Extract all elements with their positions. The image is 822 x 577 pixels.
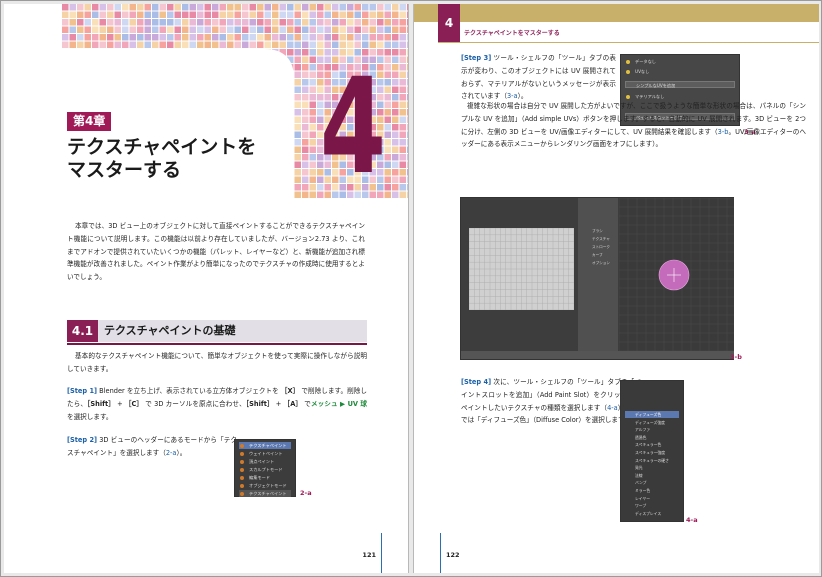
warning-icon (626, 59, 630, 64)
page-number-right: 122 (446, 551, 460, 559)
slot-item-10[interactable]: ミラー色 (625, 487, 679, 494)
page-edge-line-right (440, 533, 441, 573)
step-1-part-c: で 3D カーソルを原点に合わせ、 (143, 399, 246, 408)
step-4-ref: 4-a (607, 403, 618, 412)
shelf-item-0: ブラシ (592, 229, 603, 233)
step-1-plus-2: + (273, 399, 284, 408)
slot-item-9[interactable]: バンプ (625, 479, 679, 486)
editor-header-bar (461, 351, 734, 359)
section-number: 4.1 (67, 320, 98, 342)
chapter-title: テクスチャペイントを マスターする (67, 136, 287, 182)
key-x: ［X］ (280, 387, 300, 395)
mode-item-5: オブジェクトモード (239, 482, 291, 489)
page-edge-line-left (381, 533, 382, 573)
slot-item-3[interactable]: 透過色 (625, 434, 679, 441)
key-shift-1: ［Shift］ (87, 399, 115, 408)
menu-path: メッシュ ▶ UV 球 (310, 399, 368, 408)
chapter-title-line-1: テクスチャペイントを (67, 136, 257, 158)
panel-item-2: シンプルなUVを追加 (625, 81, 735, 88)
figure-4a-label: 4-a (686, 516, 698, 524)
chapter-title-line-2: マスターする (67, 159, 182, 181)
panel-item-0: データなし (625, 58, 735, 65)
slot-item-11[interactable]: レイヤー (625, 495, 679, 502)
slot-item-4[interactable]: スペキュラー色 (625, 441, 679, 448)
key-shift-2: ［Shift］ (245, 399, 274, 408)
slot-item-6[interactable]: スペキュラーの硬さ (625, 457, 679, 464)
section-title: テクスチャペイントの基礎 (104, 324, 236, 337)
step-1-part-d: で (302, 399, 311, 408)
step-1-plus-1: + (114, 399, 125, 408)
mode-icon (240, 467, 244, 472)
mode-icon (240, 443, 244, 448)
step-2-part-b: ）。 (176, 448, 187, 457)
viewport-grid (619, 198, 734, 353)
figure-2a-label: 2-a (300, 489, 312, 497)
figure-3b-label: 3-b (730, 353, 742, 361)
panel-item-1: UVなし (625, 68, 735, 75)
chapter-label: 第4章 (67, 112, 112, 131)
book-spread: 4 第4章 テクスチャペイントを マスターする 本章では、3D ビュー上のオブジ… (0, 0, 822, 577)
step-4-tag: [Step 4] (461, 378, 492, 386)
section-paragraph: 基本的なテクスチャペイント機能について、簡単なオブジェクトを使って実際に操作しな… (67, 352, 367, 373)
step-1-part-e: を選択します。 (67, 412, 113, 421)
step-3-tag: [Step 3] (461, 54, 492, 62)
left-page: 4 第4章 テクスチャペイントを マスターする 本章では、3D ビュー上のオブジ… (4, 4, 409, 573)
right-page: 4 テクスチャペイントをマスターする [Step 3] ツール・シェルフの「ツー… (413, 4, 819, 573)
warning-icon (626, 69, 630, 74)
mode-item-6: テクスチャペイント (239, 490, 291, 497)
mode-item-1: ウェイトペイント (239, 450, 291, 457)
step-3b-ref: 3-b (717, 127, 729, 136)
mode-icon (240, 459, 244, 464)
figure-4a-slot-menu: ディフューズ色 ディフューズ強度 アルファ 透過色 スペキュラー色 スペキュラー強度 スペキ… (620, 380, 684, 522)
key-c: ［C］ (124, 399, 144, 408)
running-header: テクスチャペイントをマスターする (464, 30, 560, 37)
shelf-item-1: テクスチャ (592, 237, 610, 241)
chapter-tab: 4 (438, 4, 460, 42)
figure-3b-uv-editor: ブラシ テクスチャ ストローク カーブ オプション (460, 197, 734, 360)
slot-item-0[interactable]: ディフューズ色 (625, 411, 679, 418)
mode-item-4: 編集モード (239, 474, 291, 481)
step-2-tag: [Step 2] (67, 436, 98, 444)
section-underline (67, 343, 367, 345)
step-1-text: [Step 1] Blender を立ち上げ、表示されている立方体オブジェクトを… (67, 385, 367, 423)
mode-item-0: テクスチャペイント (239, 442, 291, 449)
shelf-item-4: オプション (592, 261, 610, 265)
shelf-item-3: カーブ (592, 253, 603, 257)
chapter-big-number: 4 (319, 50, 387, 204)
shelf-item-2: ストローク (592, 245, 610, 249)
step-2-text: [Step 2] 3D ビューのヘッダーにあるモードから「テクスチャペイント」を… (67, 434, 237, 460)
mode-icon (240, 483, 244, 488)
slot-item-8[interactable]: 法線 (625, 472, 679, 479)
step-4-text: [Step 4] 次に、ツール・シェルフの「ツール」タブの「ペイントスロットを追… (461, 376, 641, 427)
slot-item-12[interactable]: ワープ (625, 502, 679, 509)
slot-item-13[interactable]: ディスプレイス (625, 510, 679, 517)
page-number-left: 121 (362, 551, 376, 559)
step-1-tag: [Step 1] (67, 387, 98, 395)
slot-item-5[interactable]: スペキュラー強度 (625, 449, 679, 456)
key-a: ［A］ (283, 399, 303, 408)
mode-icon (240, 451, 244, 456)
slot-item-1[interactable]: ディフューズ強度 (625, 419, 679, 426)
tool-shelf: ブラシ テクスチャ ストローク カーブ オプション (578, 198, 618, 353)
mode-icon (240, 491, 244, 496)
panel-item-3: マテリアルなし (625, 93, 735, 100)
mode-item-2: 頂点ペイント (239, 458, 291, 465)
figure-2a-mode-menu: テクスチャペイント ウェイトペイント 頂点ペイント スカルプトモード 編集モード… (234, 439, 296, 497)
mode-item-3: スカルプトモード (239, 466, 291, 473)
header-rule (438, 42, 819, 43)
step-1-part-a: Blender を立ち上げ、表示されている立方体オブジェクトを (97, 387, 281, 395)
slot-item-2[interactable]: アルファ (625, 426, 679, 433)
step-2-ref: 2-a (165, 448, 177, 457)
header-band (414, 4, 819, 22)
chapter-intro: 本章では、3D ビュー上のオブジェクトに対して直接ペイントすることができるテクス… (67, 222, 365, 282)
uv-mesh-lines (469, 228, 574, 310)
slot-item-7[interactable]: 発光 (625, 464, 679, 471)
warning-icon (626, 94, 630, 99)
mode-icon (240, 475, 244, 480)
step-3-text: [Step 3] ツール・シェルフの「ツール」タブの表示が変わり、このオブジェク… (461, 52, 616, 103)
step-3-continued: 複雑な形状の場合は自分で UV 展開した方がよいですが、ここで扱うような簡単な形… (461, 100, 806, 151)
